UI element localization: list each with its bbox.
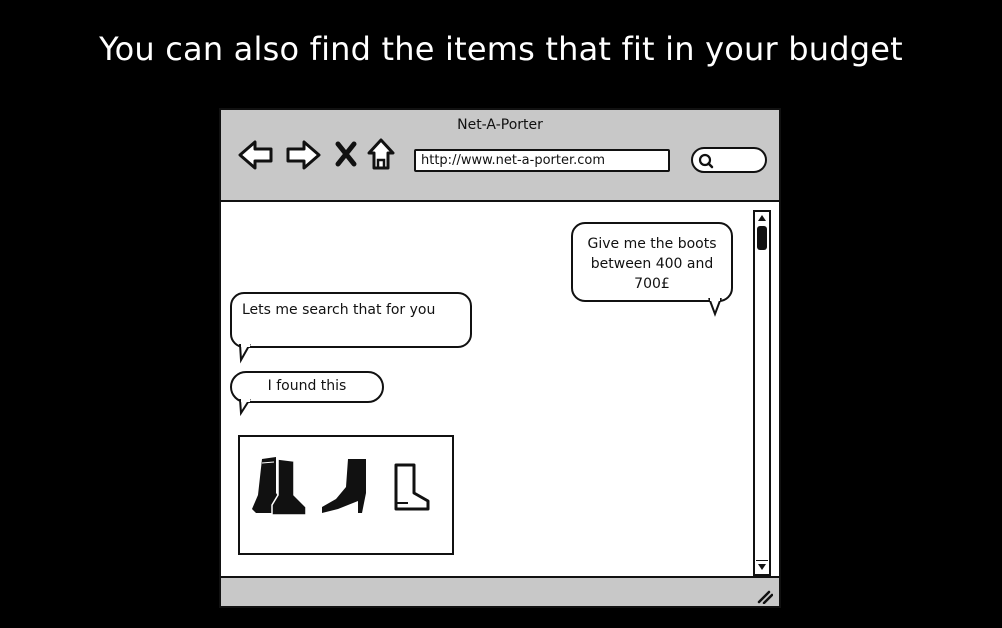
bubble-tail-icon: [708, 298, 722, 317]
window-title: Net-A-Porter: [457, 117, 543, 133]
bubble-tail-icon: [239, 399, 251, 417]
browser-window: Net-A-Porter http://www.net-a-porter.com…: [219, 108, 781, 608]
home-icon[interactable]: [366, 136, 396, 172]
search-field[interactable]: [691, 147, 767, 173]
url-bar[interactable]: http://www.net-a-porter.com: [414, 149, 670, 172]
scrollbar-thumb[interactable]: [757, 226, 767, 250]
bubble-tail-icon: [239, 344, 251, 364]
stop-icon[interactable]: [334, 140, 358, 168]
resize-grip-icon[interactable]: [755, 588, 773, 604]
bot-message-bubble: I found this: [230, 371, 384, 417]
high-heel-boot-icon[interactable]: [318, 457, 372, 515]
user-message-bubble: Give me the boots between 400 and 700£: [571, 222, 733, 317]
bot-message-text: I found this: [267, 378, 347, 394]
search-icon: [698, 153, 714, 169]
ankle-boots-icon[interactable]: [248, 455, 308, 517]
user-message-text: Give me the boots between 400 and 700£: [587, 236, 717, 292]
search-result-frame[interactable]: [238, 435, 454, 555]
back-arrow-icon[interactable]: [237, 138, 275, 172]
bot-message-bubble: Lets me search that for you: [230, 292, 472, 364]
slide-title: You can also find the items that fit in …: [99, 30, 903, 68]
rain-boot-icon[interactable]: [388, 461, 434, 515]
vertical-scrollbar[interactable]: [753, 210, 771, 576]
bot-message-text: Lets me search that for you: [242, 302, 436, 318]
forward-arrow-icon[interactable]: [284, 138, 322, 172]
scroll-up-arrow-icon[interactable]: [756, 213, 768, 223]
status-bar: [221, 576, 779, 606]
browser-toolbar: Net-A-Porter http://www.net-a-porter.com: [221, 110, 779, 202]
scroll-down-arrow-icon[interactable]: [756, 560, 768, 572]
